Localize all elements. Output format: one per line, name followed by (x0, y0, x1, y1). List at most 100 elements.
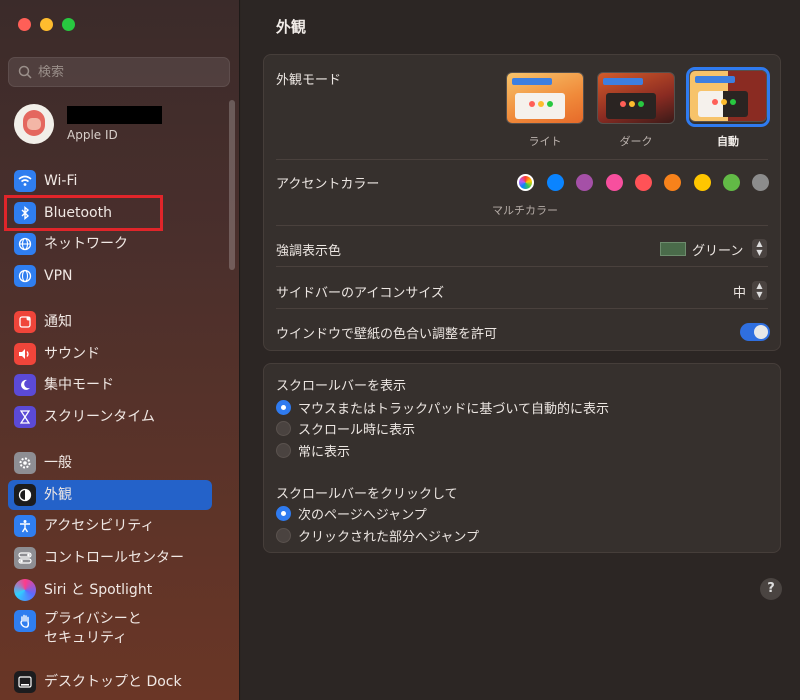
sidebar-item-label: Siri と Spotlight (44, 582, 153, 598)
search-input[interactable] (38, 64, 218, 80)
sidebar-item-focus[interactable]: 集中モード (8, 370, 212, 400)
sidebar-item-screen-time[interactable]: スクリーンタイム (8, 402, 212, 432)
hourglass-icon (14, 406, 36, 428)
moon-icon (14, 374, 36, 396)
main-content: 外観 外観モード ライト ダーク 自動 アクセントカラー マルチカラー 強調表示… (241, 0, 800, 700)
sidebar-item-sound[interactable]: サウンド (8, 339, 212, 369)
red-highlight-box (4, 195, 163, 231)
wallpaper-tint-toggle[interactable] (740, 323, 770, 341)
sidebar-item-label: 一般 (44, 455, 72, 471)
sidebar-icon-size-label: サイドバーのアイコンサイズ (276, 286, 444, 301)
sidebar-item-label: VPN (44, 268, 73, 284)
sidebar-item-control-center[interactable]: コントロールセンター (8, 543, 212, 573)
accent-graphite-swatch[interactable] (752, 174, 769, 191)
accent-yellow-swatch[interactable] (694, 174, 711, 191)
jump-clicked-spot-label: クリックされた部分へジャンプ (298, 530, 479, 545)
light-mode-thumbnail[interactable] (506, 72, 584, 124)
sidebar-item-label: デスクトップと Dock (44, 674, 182, 690)
minimize-window-button[interactable] (40, 18, 53, 31)
sidebar-item-network[interactable]: ネットワーク (8, 229, 212, 259)
siri-icon (14, 579, 36, 601)
vpn-globe-icon (14, 265, 36, 287)
toggles-icon (14, 547, 36, 569)
dock-icon (14, 671, 36, 693)
accent-multicolor-swatch[interactable] (517, 174, 534, 191)
sidebar-item-label: Wi-Fi (44, 173, 78, 189)
divider (276, 308, 768, 309)
sidebar-item-accessibility[interactable]: アクセシビリティ (8, 511, 212, 541)
auto-mode-label: 自動 (717, 135, 739, 148)
highlight-color-stepper[interactable]: ▲ ▼ (752, 239, 767, 258)
window-controls (18, 18, 75, 31)
redacted-account-name (67, 106, 162, 124)
avatar (14, 104, 54, 144)
jump-next-page-label: 次のページへジャンプ (298, 508, 427, 523)
sidebar-item-siri-spotlight[interactable]: Siri と Spotlight (8, 575, 212, 605)
wifi-icon (14, 170, 36, 192)
zoom-window-button[interactable] (62, 18, 75, 31)
accent-purple-swatch[interactable] (576, 174, 593, 191)
accent-orange-swatch[interactable] (664, 174, 681, 191)
jump-clicked-spot-radio[interactable] (276, 528, 291, 543)
sidebar-item-appearance[interactable]: 外観 (8, 480, 212, 510)
sidebar: Apple ID Wi-Fi Bluetooth ネットワーク VPN 通知 (0, 0, 240, 700)
accessibility-icon (14, 515, 36, 537)
sidebar-item-notifications[interactable]: 通知 (8, 307, 212, 337)
scrollbar-auto-radio[interactable] (276, 400, 291, 415)
gear-icon (14, 452, 36, 474)
appearance-icon (14, 484, 36, 506)
click-scrollbar-title: スクロールバーをクリックして (276, 487, 458, 502)
sidebar-item-privacy-security[interactable]: プライバシーと セキュリティ (8, 606, 212, 650)
wallpaper-tint-label: ウインドウで壁紙の色合い調整を許可 (276, 327, 498, 342)
dark-mode-label: ダーク (619, 135, 653, 148)
notifications-icon (14, 311, 36, 333)
scrollbar-auto-label: マウスまたはトラックパッドに基づいて自動的に表示 (298, 402, 609, 417)
divider (276, 159, 768, 160)
sidebar-item-label: 外観 (44, 487, 72, 503)
divider (276, 266, 768, 267)
scrollbar-when-scrolling-label: スクロール時に表示 (298, 423, 416, 438)
sidebar-item-label: ネットワーク (44, 236, 128, 252)
scrollbar-always-radio[interactable] (276, 443, 291, 458)
sidebar-item-label: スクリーンタイム (44, 409, 156, 425)
speaker-icon (14, 343, 36, 365)
appearance-settings-panel: 外観モード ライト ダーク 自動 アクセントカラー マルチカラー 強調表示色 グ… (263, 54, 781, 351)
sidebar-item-label: 集中モード (44, 377, 114, 393)
dark-mode-thumbnail[interactable] (597, 72, 675, 124)
sidebar-item-label: アクセシビリティ (44, 518, 155, 534)
sidebar-icon-size-stepper[interactable]: ▲ ▼ (752, 281, 767, 300)
help-button[interactable]: ? (760, 578, 782, 600)
search-icon (18, 65, 32, 79)
sidebar-item-label: コントロールセンター (44, 550, 184, 566)
page-title: 外観 (276, 18, 307, 36)
show-scrollbars-title: スクロールバーを表示 (276, 379, 407, 394)
sidebar-item-label: サウンド (44, 346, 100, 362)
globe-icon (14, 233, 36, 255)
scrollbar-settings-panel: スクロールバーを表示 マウスまたはトラックパッドに基づいて自動的に表示 スクロー… (263, 363, 781, 553)
close-window-button[interactable] (18, 18, 31, 31)
accent-red-swatch[interactable] (635, 174, 652, 191)
light-mode-label: ライト (528, 135, 562, 148)
scrollbar-when-scrolling-radio[interactable] (276, 421, 291, 436)
accent-pink-swatch[interactable] (606, 174, 623, 191)
highlight-color-swatch (660, 242, 686, 256)
sidebar-scrollbar[interactable] (229, 100, 235, 270)
sidebar-item-desktop-dock[interactable]: デスクトップと Dock (8, 667, 212, 697)
search-field[interactable] (8, 57, 230, 87)
multicolor-label: マルチカラー (492, 204, 558, 217)
apple-id-account[interactable]: Apple ID (14, 104, 162, 144)
sidebar-icon-size-value[interactable]: 中 (733, 282, 746, 301)
auto-mode-thumbnail[interactable] (689, 70, 767, 122)
sidebar-item-label: プライバシーと セキュリティ (44, 611, 142, 646)
apple-id-label: Apple ID (67, 128, 118, 142)
jump-next-page-radio[interactable] (276, 506, 291, 521)
sidebar-item-wifi[interactable]: Wi-Fi (8, 166, 212, 196)
sidebar-item-vpn[interactable]: VPN (8, 261, 212, 291)
scrollbar-always-label: 常に表示 (298, 445, 351, 460)
accent-blue-swatch[interactable] (547, 174, 564, 191)
divider (276, 225, 768, 226)
sidebar-item-general[interactable]: 一般 (8, 448, 212, 478)
hand-icon (14, 610, 36, 632)
highlight-color-value[interactable]: グリーン (692, 240, 743, 259)
accent-green-swatch[interactable] (723, 174, 740, 191)
